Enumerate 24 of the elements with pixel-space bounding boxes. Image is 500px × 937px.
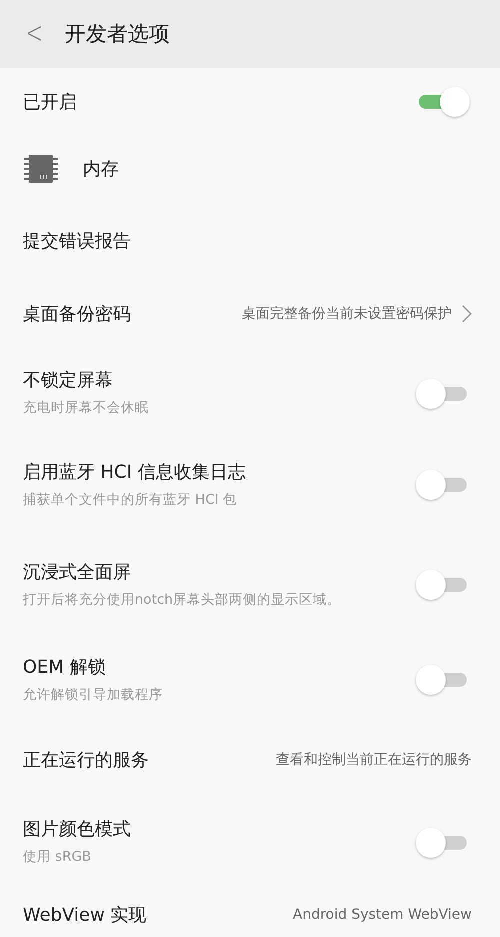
setting-title: 沉浸式全面屏 xyxy=(23,560,132,584)
memory-chip-icon xyxy=(23,152,59,184)
setting-title: 已开启 xyxy=(23,90,78,114)
setting-description: 打开后将充分使用notch屏幕头部两侧的显示区域。 xyxy=(23,590,342,610)
setting-title: 启用蓝牙 HCI 信息收集日志 xyxy=(23,460,247,484)
setting-title: 正在运行的服务 xyxy=(23,749,150,772)
back-button[interactable]: < xyxy=(26,19,44,49)
setting-title: WebView 实现 xyxy=(23,904,148,927)
setting-title: 桌面备份密码 xyxy=(23,302,132,326)
chevron-right-icon xyxy=(462,304,472,322)
setting-value: 查看和控制当前正在运行的服务 xyxy=(276,751,472,769)
page-title: 开发者选项 xyxy=(65,21,170,48)
setting-row[interactable]: 提交错误报告 xyxy=(0,202,500,280)
setting-title: 不锁定屏幕 xyxy=(23,369,114,392)
setting-description: 允许解锁引导加载程序 xyxy=(23,686,164,705)
setting-value: Android System WebView xyxy=(293,907,472,923)
setting-title: OEM 解锁 xyxy=(23,656,107,679)
setting-description: 使用 sRGB xyxy=(23,848,92,868)
setting-title: 内存 xyxy=(83,158,120,180)
setting-value: 桌面完整备份当前未设置密码保护 xyxy=(242,304,452,322)
setting-title: 提交错误报告 xyxy=(23,230,132,253)
setting-description: 捕获单个文件中的所有蓝牙 HCI 包 xyxy=(23,490,238,510)
setting-description: 充电时屏幕不会休眠 xyxy=(23,399,150,418)
setting-title: 图片颜色模式 xyxy=(23,818,132,842)
